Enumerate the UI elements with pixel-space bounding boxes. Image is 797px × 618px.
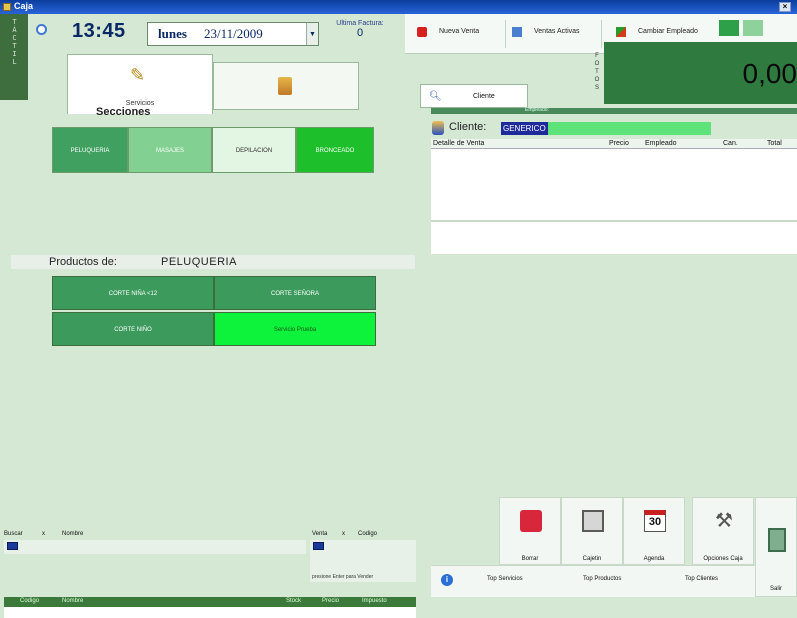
date-day: lunes	[158, 26, 187, 41]
opciones-caja-label: Opciones Caja	[703, 556, 743, 562]
tab-servicios[interactable]: ✎ Servicios	[67, 54, 213, 114]
toolbar-divider	[601, 20, 602, 48]
window-title: Caja	[14, 1, 34, 11]
top-reports-row: i Top Servicios Top Productos Top Client…	[431, 565, 755, 597]
salir-label: Salir	[769, 586, 782, 592]
seccion-button[interactable]: BRONCEADO	[296, 127, 374, 173]
secciones-title: Secciones	[96, 106, 151, 118]
seccion-button[interactable]: DEPILACION	[212, 127, 296, 173]
nueva-venta-label: Nueva Venta	[439, 28, 480, 35]
venta-hint: presione Enter para Vender	[312, 574, 374, 580]
borrar-button[interactable]: Borrar	[499, 497, 561, 565]
cliente-label: Cliente:	[449, 121, 487, 133]
top-productos-button[interactable]: Top Productos	[583, 576, 621, 582]
buscar-nombre-label: Nombre	[62, 531, 84, 537]
vertical-tab-label: TÁCTIL	[10, 18, 19, 66]
detalle-venta-header: Detalle de Venta Precio Empleado Can. To…	[431, 139, 797, 149]
cambiar-empleado-label: Cambiar Empleado	[638, 28, 698, 35]
cambiar-empleado-button[interactable]: Cambiar Empleado	[616, 26, 712, 42]
ultima-factura-value: 0	[356, 27, 364, 39]
calendar-icon: 30	[644, 510, 666, 532]
date-value: 23/11/2009	[204, 26, 263, 41]
tab-cliente[interactable]: 🔍︎ Cliente	[420, 84, 528, 108]
total-amount: 0,00	[742, 58, 797, 89]
app-icon	[3, 3, 11, 11]
clock-icon	[36, 24, 47, 35]
venta-codigo-input[interactable]: presione Enter para Vender	[310, 540, 416, 582]
search-input-area	[4, 555, 306, 581]
fotos-label[interactable]: F O T O S	[590, 52, 604, 102]
productos-selected: PELUQUERIA	[161, 256, 237, 268]
borrar-label: Borrar	[521, 556, 539, 562]
total-display: 0,00	[604, 42, 797, 104]
opciones-caja-button[interactable]: ⚒ Opciones Caja	[692, 497, 754, 565]
toolbar-divider	[505, 20, 506, 48]
search-icon: 🔍︎	[429, 91, 442, 102]
close-window-button[interactable]: ×	[779, 2, 791, 12]
exit-door-icon	[768, 528, 786, 552]
venta-codigo-label: Codigo	[358, 531, 378, 537]
top-servicios-button[interactable]: Top Servicios	[487, 576, 523, 582]
cliente-value: GENERICO	[501, 122, 548, 135]
venta-x-label: x	[342, 531, 345, 537]
ventas-activas-button[interactable]: Ventas Activas	[512, 26, 600, 42]
detalle-venta-list[interactable]	[431, 149, 797, 220]
cliente-row: Cliente: GENERICO	[431, 118, 797, 138]
cash-register-icon	[582, 510, 604, 532]
productos-header: Productos de: PELUQUERIA	[11, 255, 415, 269]
tab-cliente-label: Cliente	[473, 93, 495, 100]
venta-label: Venta	[312, 531, 328, 537]
productos-table-header: Codigo Nombre Stock Precio Impuesto	[4, 597, 416, 607]
nueva-venta-button[interactable]: Nueva Venta	[417, 26, 515, 42]
ventas-activas-label: Ventas Activas	[534, 28, 580, 35]
keyboard-icon	[313, 542, 324, 550]
cliente-field[interactable]: GENERICO	[501, 122, 711, 135]
palette-icon: ✎	[130, 65, 146, 85]
clock-time: 13:45	[72, 20, 126, 42]
ultima-factura: Ultima Factura: 0	[322, 20, 398, 46]
user-switch-icon	[616, 27, 626, 37]
detalle-venta-list-secondary[interactable]	[431, 222, 797, 254]
agenda-button[interactable]: 30 Agenda	[623, 497, 685, 565]
window-title-bar: Caja ×	[0, 0, 797, 14]
search-input[interactable]	[4, 540, 306, 554]
ultima-factura-label: Ultima Factura:	[336, 20, 384, 27]
producto-button[interactable]: Servicio Prueba	[214, 312, 376, 346]
red-cross-icon	[417, 27, 427, 37]
vertical-tab-tactil[interactable]: TÁCTIL	[0, 14, 28, 100]
producto-button[interactable]: CORTE NIÑO	[52, 312, 214, 346]
cajetin-label: Cajetin	[582, 556, 602, 562]
producto-button[interactable]: CORTE NIÑA <12	[52, 276, 214, 310]
producto-button[interactable]: CORTE SEÑORA	[214, 276, 376, 310]
info-icon: i	[441, 574, 453, 586]
agenda-label: Agenda	[643, 556, 665, 562]
computer-icon	[512, 27, 522, 37]
chevron-down-icon[interactable]: ▼	[306, 23, 318, 45]
tools-icon: ⚒	[715, 510, 733, 532]
tab-productos[interactable]	[213, 62, 359, 110]
salir-button[interactable]: Salir	[755, 497, 797, 597]
seccion-button[interactable]: PELUQUERIA	[52, 127, 128, 173]
keyboard-icon	[7, 542, 18, 550]
top-clientes-button[interactable]: Top Clientes	[685, 576, 718, 582]
user-icon	[432, 121, 444, 135]
products-icon	[278, 77, 292, 95]
status-indicator	[719, 20, 739, 36]
seccion-button[interactable]: MASAJES	[128, 127, 212, 173]
productos-table-row[interactable]	[4, 607, 416, 618]
date-picker[interactable]: lunes 23/11/2009 ▼	[147, 22, 319, 46]
trash-icon	[520, 510, 542, 532]
productos-label: Productos de:	[49, 256, 117, 268]
buscar-label: Buscar	[4, 531, 23, 537]
empleado-strip: Empleado:	[431, 107, 797, 114]
cajetin-button[interactable]: Cajetin	[561, 497, 623, 565]
buscar-x-label: x	[42, 531, 45, 537]
status-indicator	[743, 20, 763, 36]
